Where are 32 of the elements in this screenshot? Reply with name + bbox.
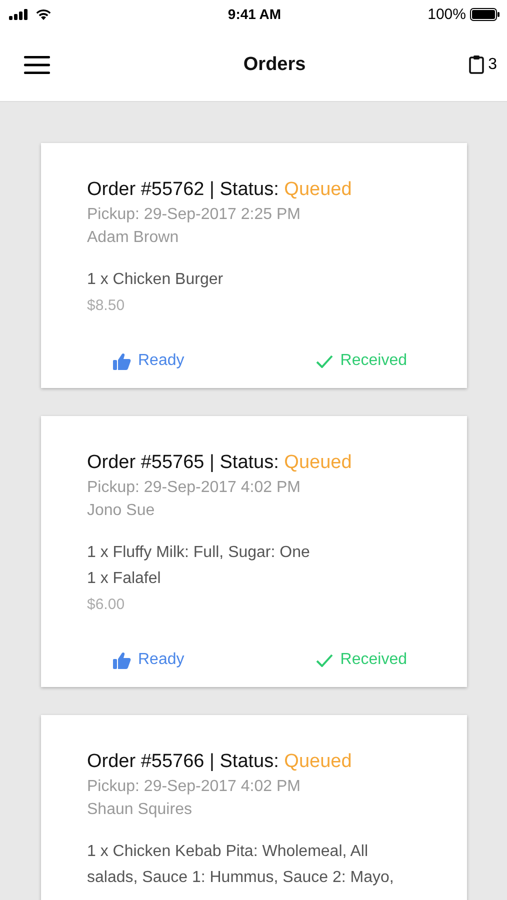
order-title: Order #55762 | Status: Queued (87, 179, 353, 201)
check-icon (316, 354, 334, 368)
status-time: 9:41 AM (228, 6, 282, 22)
pickup-time: Pickup: 29-Sep-2017 4:02 PM (87, 778, 302, 796)
battery-percent: 100% (428, 6, 466, 22)
order-title: Order #55766 | Status: Queued (87, 751, 353, 773)
order-item: 1 x Falafel (87, 569, 162, 589)
pickup-time: Pickup: 29-Sep-2017 4:02 PM (87, 479, 302, 497)
battery-icon (470, 8, 500, 20)
order-price: $8.50 (87, 297, 126, 314)
order-item: 1 x Chicken Burger (87, 270, 224, 290)
customer-name: Adam Brown (87, 229, 180, 247)
customer-name: Shaun Squires (87, 801, 193, 819)
menu-icon[interactable] (24, 56, 50, 74)
page-title: Orders (243, 54, 306, 76)
thumbs-up-icon (113, 352, 131, 370)
wifi-icon (35, 8, 52, 20)
order-price: $6.00 (87, 596, 126, 613)
order-item: 1 x Chicken Kebab Pita: Wholemeal, All salads, Sauce 1: Hummus, Sauce 2: Mayo, (87, 842, 395, 888)
order-count: 3 (488, 56, 497, 74)
clipboard-icon[interactable] (469, 55, 484, 74)
signal-icon (9, 8, 29, 20)
ready-button[interactable]: Ready (113, 647, 184, 673)
check-icon (316, 654, 334, 666)
thumbs-up-icon (113, 652, 131, 668)
received-button[interactable]: Received (316, 348, 407, 374)
order-item: 1 x Fluffy Milk: Full, Sugar: One (87, 543, 311, 563)
order-title: Order #55765 | Status: Queued (87, 452, 353, 474)
ready-button[interactable]: Ready (113, 348, 184, 374)
customer-name: Jono Sue (87, 502, 156, 520)
received-button[interactable]: Received (316, 647, 407, 673)
pickup-time: Pickup: 29-Sep-2017 2:25 PM (87, 206, 302, 224)
